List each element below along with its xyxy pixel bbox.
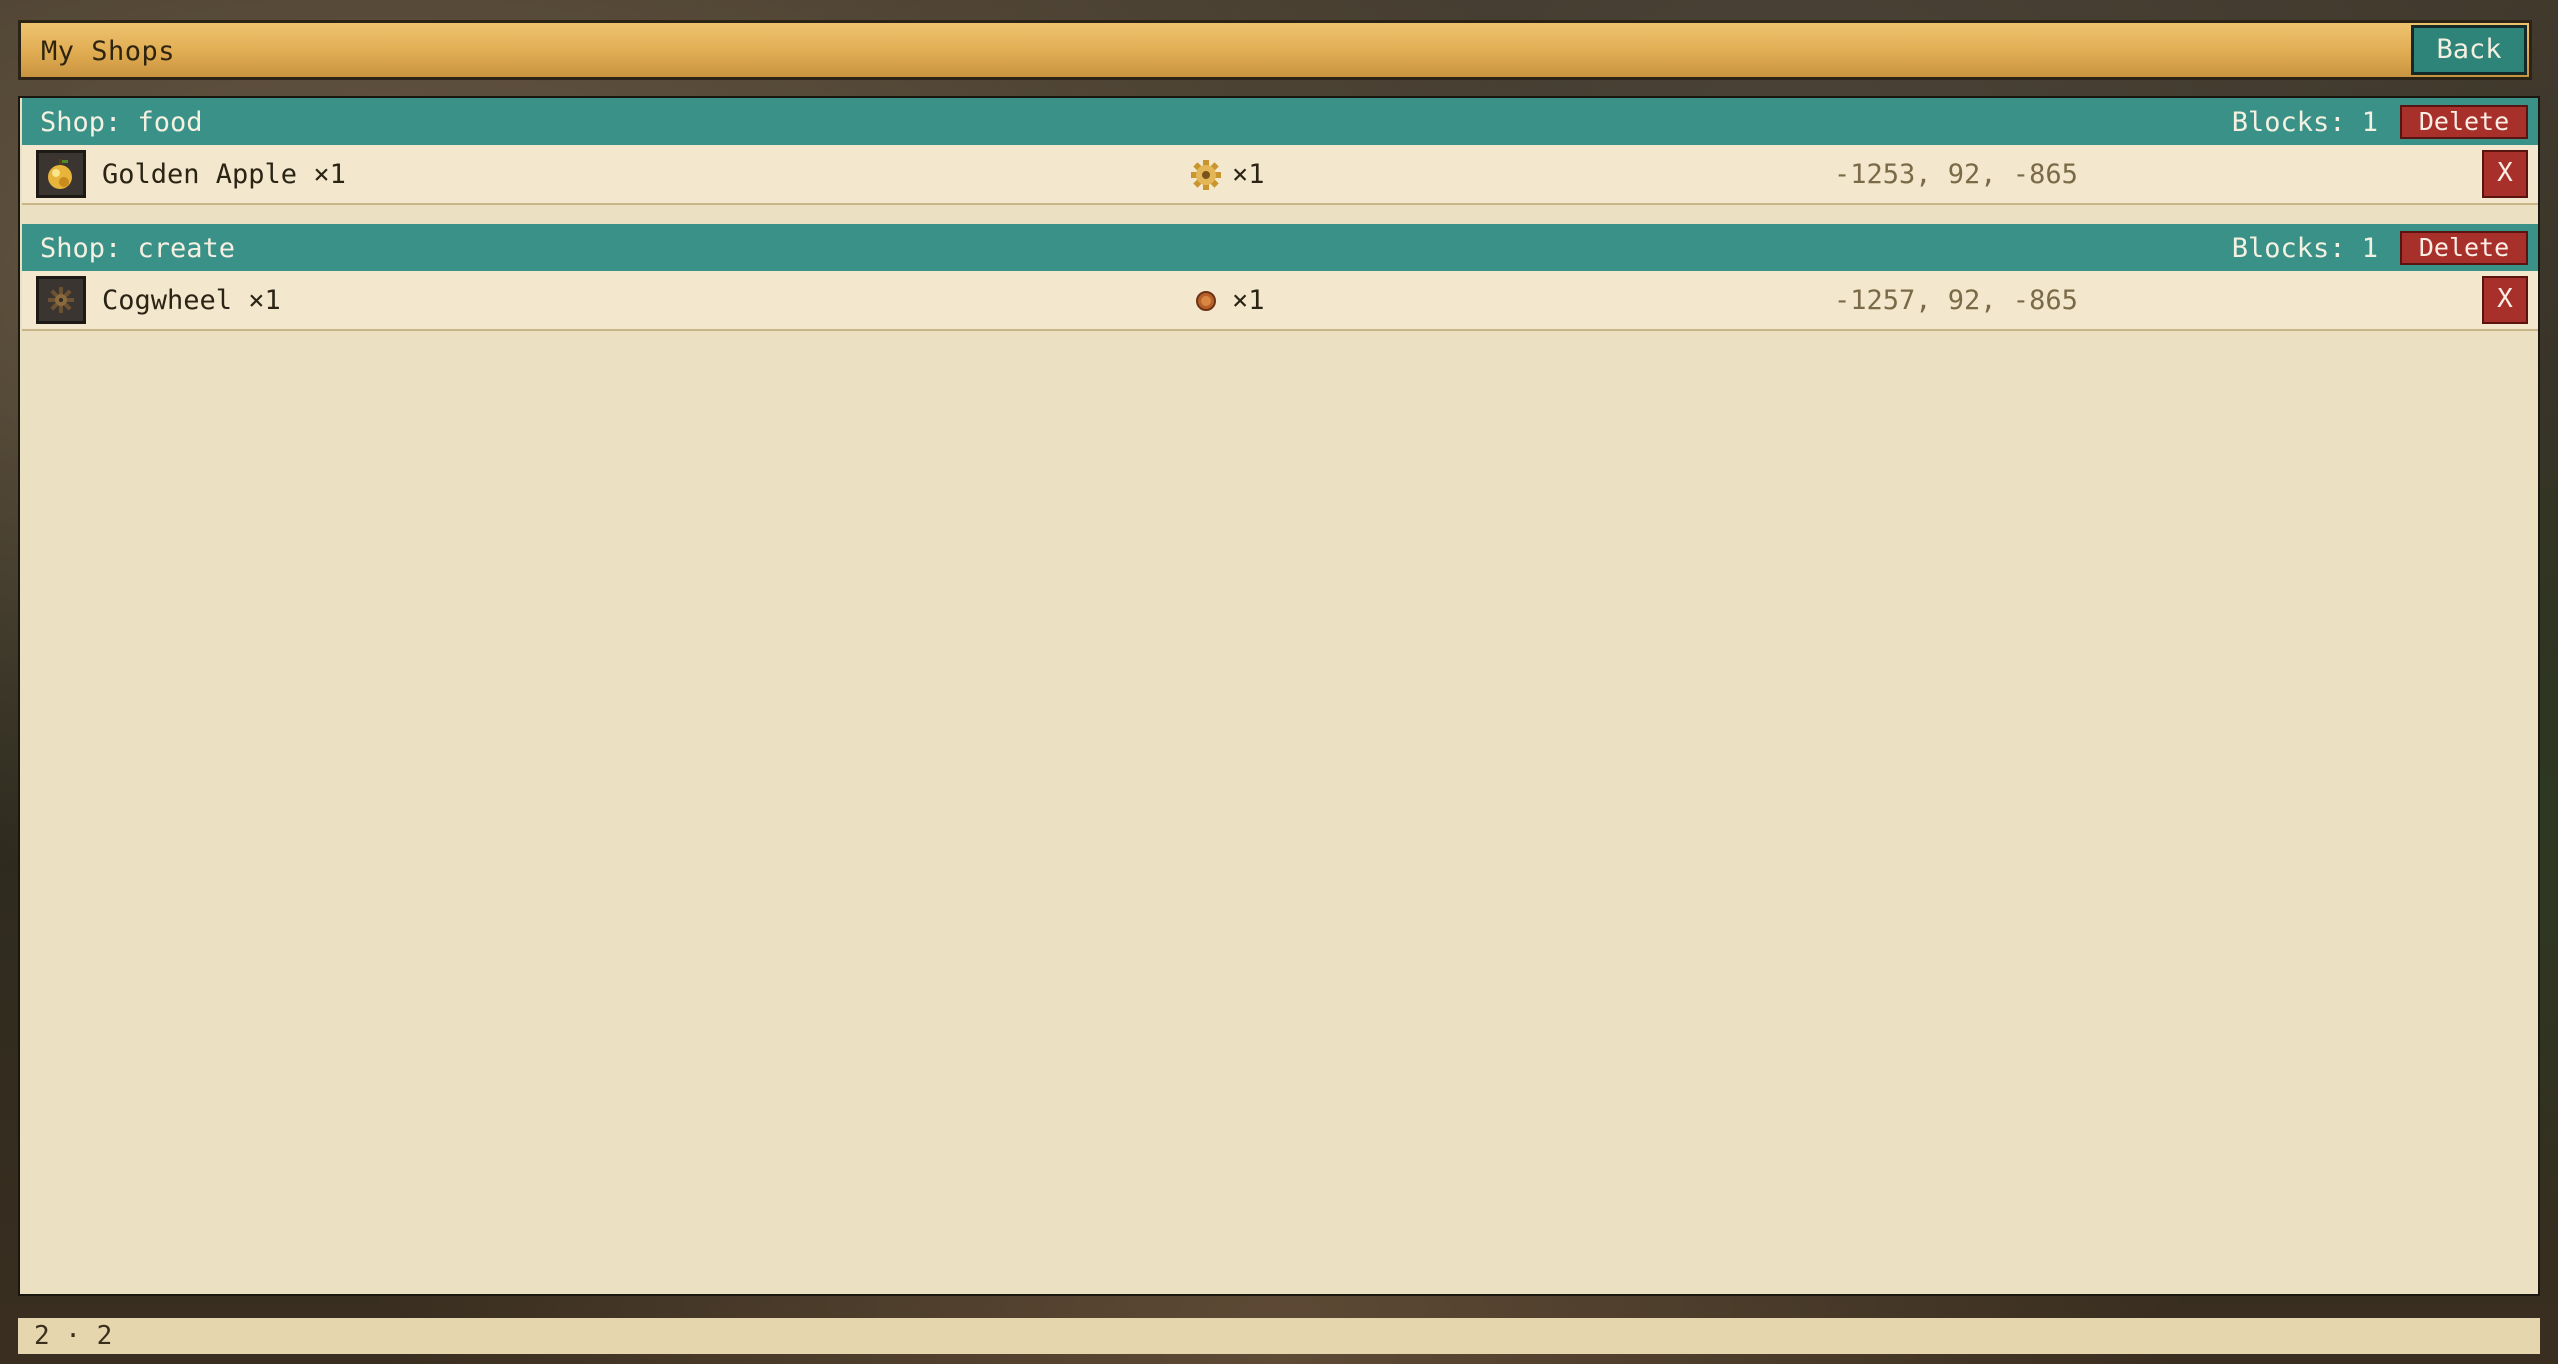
price-quantity: ×1 (1232, 159, 1265, 190)
delete-shop-button[interactable]: Delete (2400, 231, 2528, 265)
shop-title: Shop: create (40, 233, 236, 264)
golden-apple-icon (36, 150, 86, 198)
shop-title: Shop: food (40, 107, 203, 138)
cogwheel-icon (36, 276, 86, 324)
remove-item-button[interactable]: X (2482, 150, 2528, 198)
delete-shop-button[interactable]: Delete (2400, 105, 2528, 139)
remove-item-button[interactable]: X (2482, 276, 2528, 324)
page-indicator: 2 · 2 (34, 1321, 113, 1351)
item-name: Cogwheel ×1 (102, 285, 281, 316)
shop-item-row: Cogwheel ×1 ×1 -1257, 92, -865 X (22, 271, 2538, 331)
shop-header: Shop: food Blocks: 1 Delete (22, 98, 2538, 145)
window-title: My Shops (41, 36, 176, 67)
footer-bar: 2 · 2 (18, 1318, 2540, 1354)
title-bar: My Shops Back (18, 20, 2532, 80)
shop-header: Shop: create Blocks: 1 Delete (22, 224, 2538, 271)
item-name: Golden Apple ×1 (102, 159, 346, 190)
blocks-count: Blocks: 1 (2231, 107, 2378, 138)
blocks-count: Blocks: 1 (2231, 233, 2378, 264)
gold-gear-icon (1188, 157, 1224, 193)
back-button[interactable]: Back (2411, 25, 2527, 75)
shop-section-food: Shop: food Blocks: 1 Delete Golden Apple… (22, 98, 2538, 205)
shop-coordinates: -1253, 92, -865 (1834, 159, 2078, 190)
shop-item-row: Golden Apple ×1 ×1 -1253, 92, -865 X (22, 145, 2538, 205)
shop-coordinates: -1257, 92, -865 (1834, 285, 2078, 316)
price-quantity: ×1 (1232, 285, 1265, 316)
copper-coin-icon (1188, 283, 1224, 319)
shop-section-create: Shop: create Blocks: 1 Delete Cogwheel ×… (22, 224, 2538, 331)
shops-panel: Shop: food Blocks: 1 Delete Golden Apple… (18, 96, 2540, 1296)
